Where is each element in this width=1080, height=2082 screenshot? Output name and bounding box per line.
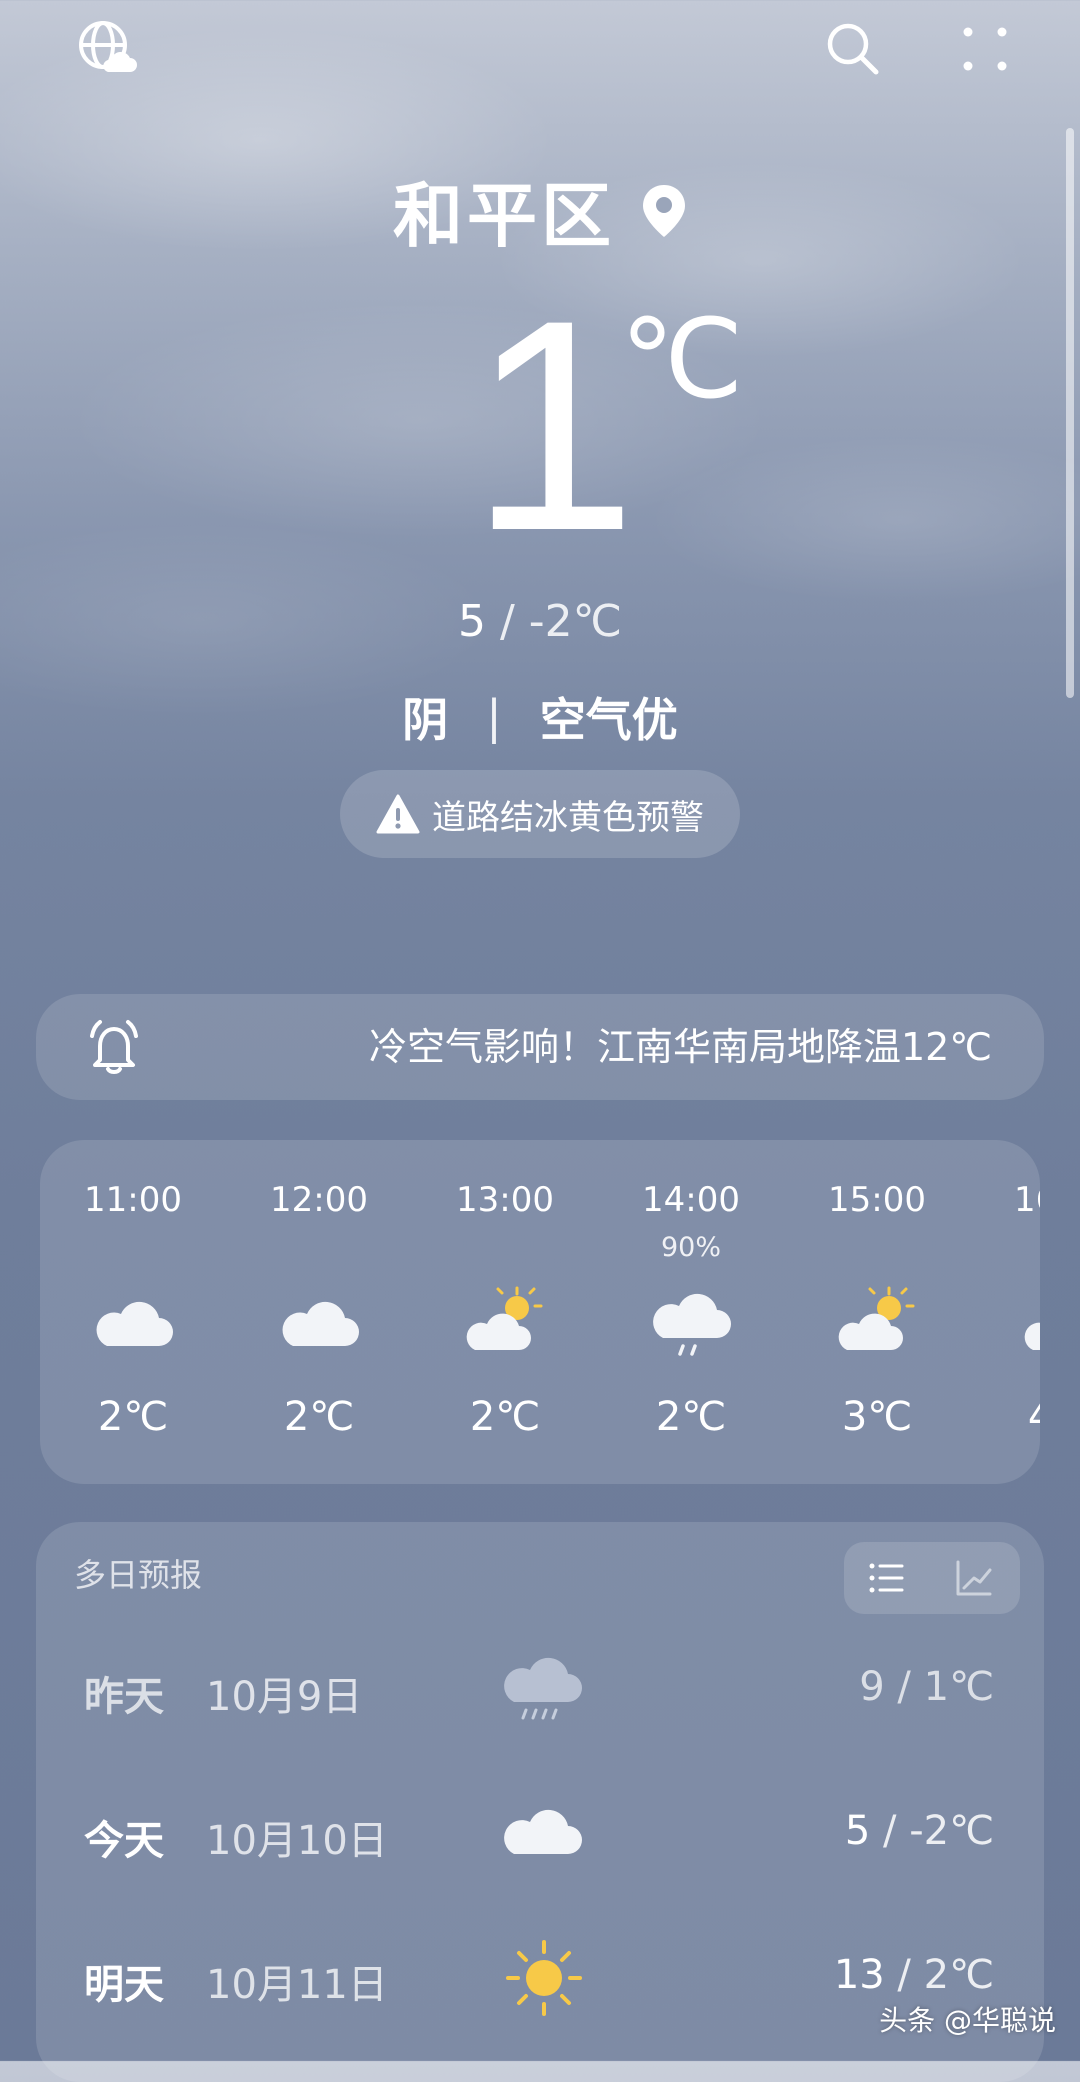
day-temp-separator: /: [884, 1664, 924, 1710]
world-weather-icon[interactable]: [72, 14, 142, 84]
cloudy-icon: [282, 1301, 359, 1346]
hour-temp: 2℃: [469, 1394, 541, 1440]
today-range: 5 / -2℃: [0, 596, 1080, 647]
partly-cloudy-icon: [466, 1286, 543, 1350]
view-toggle: [844, 1542, 1020, 1614]
warning-text: 道路结冰黄色预警: [432, 797, 704, 838]
day-low: 1℃: [923, 1664, 994, 1710]
notice-text: 冷空气影响！江南华南局地降温12℃: [368, 1025, 992, 1069]
forecast-day-row[interactable]: 今天 10月10日 5 / -2℃: [36, 1784, 1044, 1884]
hourly-forecast[interactable]: 11:00 2℃ 12:00 2℃ 13:00 2℃ 14:00 90% 2℃ …: [40, 1140, 1040, 1484]
day-low: -2℃: [909, 1808, 994, 1854]
hour-time: 13:00: [456, 1180, 554, 1220]
day-high: 9: [859, 1664, 885, 1710]
day-name: 明天: [84, 1962, 164, 2008]
more-menu-icon[interactable]: [950, 14, 1020, 84]
warning-icon: [376, 794, 420, 834]
search-icon[interactable]: [818, 14, 888, 84]
hour-item: 12:00 2℃: [226, 1140, 412, 1484]
list-view-icon[interactable]: [866, 1558, 906, 1598]
hour-item: 11:00 2℃: [40, 1140, 226, 1484]
forecast-title: 多日预报: [74, 1556, 203, 1594]
forecast-day-row[interactable]: 昨天 10月9日 9 / 1℃: [36, 1640, 1044, 1740]
temperature-unit: ℃: [620, 298, 744, 421]
hour-temp: 2℃: [655, 1394, 727, 1440]
sunny-icon: [506, 1940, 582, 2016]
location-header: 和平区: [0, 160, 1080, 261]
day-temps: 13 / 2℃: [834, 1952, 994, 1998]
watermark: 头条 @华聪说: [879, 2004, 1056, 2037]
hour-time: 12:00: [270, 1180, 368, 1220]
day-temp-separator: /: [870, 1808, 910, 1854]
range-separator: /: [485, 596, 529, 647]
multi-day-forecast: 多日预报 昨天 10月9日 9 / 1℃ 今天 10月10日 5 / -2℃ 明…: [36, 1522, 1044, 2082]
cloudy-icon: [504, 1809, 582, 1854]
day-high: 13: [833, 1952, 885, 1998]
hour-item: 14:00 90% 2℃: [598, 1140, 784, 1484]
city-name[interactable]: 和平区: [393, 160, 615, 261]
hour-time: 15:00: [828, 1180, 926, 1220]
weather-condition: 阴: [402, 693, 449, 747]
hour-item: 15:00 3℃: [784, 1140, 970, 1484]
today-low: -2℃: [528, 596, 623, 647]
weather-notice-banner[interactable]: 冷空气影响！江南华南局地降温12℃: [36, 994, 1044, 1100]
hour-temp: 4℃: [970, 1394, 1040, 1440]
day-temp-separator: /: [884, 1952, 924, 1998]
day-date: 10月11日: [206, 1962, 388, 2008]
current-temperature: 1: [470, 257, 637, 593]
day-low: 2℃: [923, 1952, 994, 1998]
alarm-bell-icon: [90, 1020, 138, 1074]
day-date: 10月10日: [206, 1818, 388, 1864]
hour-item: 13:00 2℃: [412, 1140, 598, 1484]
condition-separator: |: [486, 690, 502, 744]
day-temps: 5 / -2℃: [845, 1808, 994, 1854]
day-date: 10月9日: [206, 1674, 363, 1720]
air-quality[interactable]: 空气优: [540, 684, 678, 750]
hour-time: 16:00: [1014, 1180, 1040, 1220]
partly-cloudy-icon: [1024, 1322, 1040, 1350]
hour-item: 16:00 4℃: [970, 1140, 1040, 1484]
hour-precip-prob: 90%: [660, 1232, 721, 1263]
day-name: 昨天: [84, 1674, 164, 1720]
location-pin-icon: [643, 184, 685, 237]
hour-temp: 2℃: [97, 1394, 169, 1440]
day-name: 今天: [84, 1818, 164, 1864]
day-temps: 9 / 1℃: [859, 1664, 994, 1710]
rain-icon: [504, 1657, 582, 1720]
trend-chart-icon[interactable]: [954, 1558, 994, 1598]
hour-temp: 2℃: [283, 1394, 355, 1440]
hour-temp: 3℃: [841, 1394, 913, 1440]
partly-cloudy-icon: [838, 1286, 915, 1350]
weather-warning-pill[interactable]: 道路结冰黄色预警: [340, 770, 740, 858]
condition-row: 阴 | 空气优: [0, 684, 1080, 750]
hour-time: 11:00: [84, 1180, 182, 1220]
light-rain-icon: [653, 1293, 731, 1356]
cloudy-icon: [96, 1301, 173, 1346]
today-high: 5: [457, 596, 486, 647]
day-high: 5: [844, 1808, 871, 1854]
hour-time: 14:00: [642, 1180, 740, 1220]
